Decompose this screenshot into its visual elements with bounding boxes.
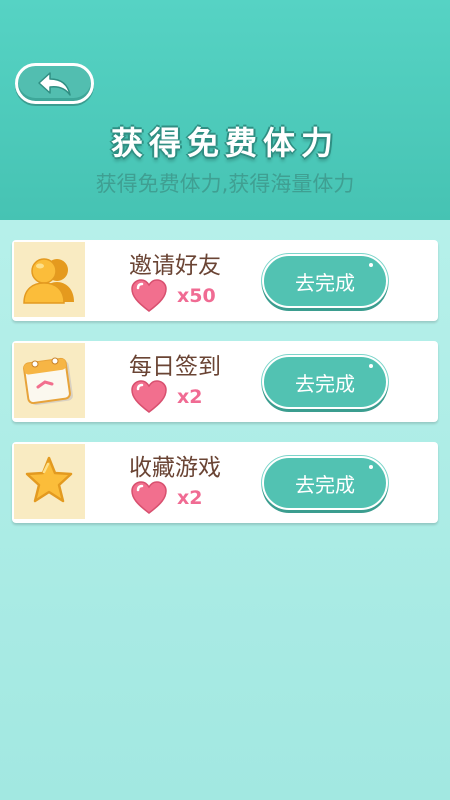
task-card-invite: 邀请好友 x50 去完成 [12,240,438,321]
task-icon-box [14,343,85,418]
back-button[interactable] [15,63,94,104]
task-icon-box [14,242,85,317]
task-label: 收藏游戏 [129,455,221,481]
reward-amount: x2 [177,386,203,408]
heart-icon [131,279,167,312]
button-shine [369,263,373,267]
complete-task-button-label: 去完成 [295,472,355,497]
task-card-favorite-game: 收藏游戏 x2 去完成 [12,442,438,523]
heart-icon [131,481,167,514]
complete-task-button[interactable]: 去完成 [262,456,388,510]
heart-icon [131,380,167,413]
reward-amount: x2 [177,487,203,509]
task-label: 邀请好友 [129,253,221,279]
task-card-daily-signin: 每日签到 x2 去完成 [12,341,438,422]
complete-task-button[interactable]: 去完成 [262,355,388,409]
complete-task-button-label: 去完成 [295,371,355,396]
friends-icon [23,258,74,304]
task-icon-box [14,444,85,519]
task-list: 邀请好友 x50 去完成 每日签到 x2 去完成 收藏游戏 x2 去完成 [0,220,450,800]
button-shine [369,364,373,368]
complete-task-button-label: 去完成 [295,270,355,295]
header: 获得免费体力 获得免费体力,获得海量体力 [0,0,450,220]
complete-task-button[interactable]: 去完成 [262,254,388,308]
back-arrow-icon [37,71,71,96]
reward-amount: x50 [177,285,216,307]
star-icon [25,456,73,503]
task-label: 每日签到 [129,354,221,380]
page-title: 获得免费体力 [110,124,339,162]
calendar-icon [23,357,73,406]
page-subtitle: 获得免费体力,获得海量体力 [95,172,355,196]
button-shine [369,465,373,469]
